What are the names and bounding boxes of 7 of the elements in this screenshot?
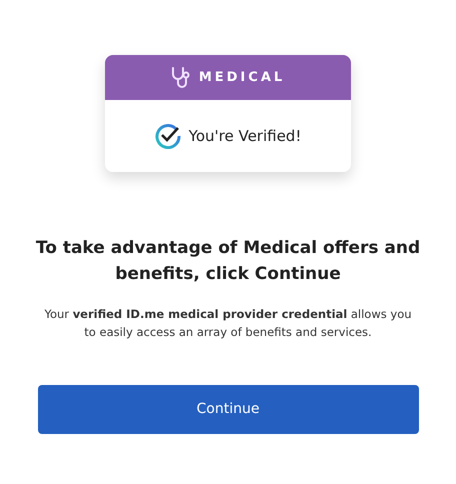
heading: To take advantage of Medical offers and benefits, click Continue	[34, 237, 422, 286]
check-circle-icon	[154, 123, 181, 149]
category-label: MEDICAL	[198, 68, 286, 87]
continue-button[interactable]: Continue	[38, 385, 418, 434]
description: Your verified ID.me medical provider credential allows you to easily access an array of benefits and services.	[43, 306, 413, 340]
stethoscope-icon	[170, 66, 191, 90]
verified-status: You're Verified!	[188, 126, 302, 147]
